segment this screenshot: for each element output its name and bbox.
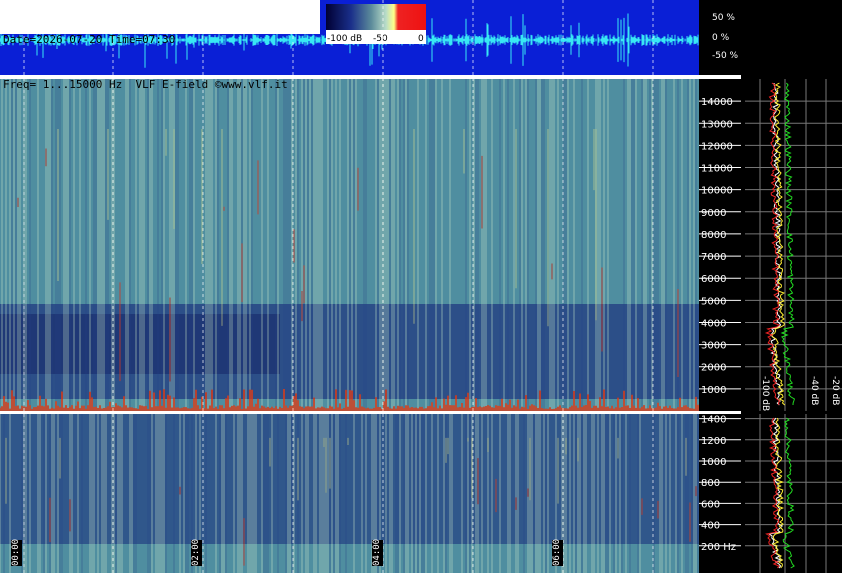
upper-freq-label-0: 1000 [701, 385, 726, 396]
lower-freq-label-3: 800 [701, 478, 720, 489]
upper-freq-label-13: 14000 [701, 97, 733, 108]
upper-freq-label-1: 2000 [701, 363, 726, 374]
profile-db-label-1: -40 dB [809, 376, 819, 405]
upper-freq-label-11: 12000 [701, 141, 733, 152]
upper-freq-label-7: 8000 [701, 230, 726, 241]
waveform-axis-label-0: 50 % [712, 13, 735, 23]
profile-db-label-0: -100 dB [760, 376, 770, 411]
panel-separator [0, 411, 741, 414]
profile-db-label-2: -20 dB [830, 376, 840, 405]
lower-freq-label-2: 600 [701, 499, 720, 510]
colorbar [326, 4, 426, 30]
upper-freq-label-3: 4000 [701, 318, 726, 329]
colorbar-label-1: -50 [373, 34, 388, 44]
upper-freq-label-9: 10000 [701, 186, 733, 197]
upper-freq-label-12: 13000 [701, 119, 733, 130]
upper-freq-label-6: 7000 [701, 252, 726, 263]
info-box: Date=2026-07-20 Time=07:30 Freq= 1...150… [0, 0, 320, 91]
time-stamp-3: 06:00 [552, 538, 563, 566]
upper-freq-label-8: 9000 [701, 208, 726, 219]
lower-freq-label-6: 1400 [701, 415, 726, 426]
lower-freq-label-4: 1000 [701, 457, 726, 468]
lower-freq-label-5: 1200 [701, 436, 726, 447]
lower-freq-label-1: 400 [701, 521, 720, 532]
lower-freq-label-0: 200 Hz [701, 542, 736, 553]
upper-freq-label-4: 5000 [701, 296, 726, 307]
colorbar-label-0: -100 dB [327, 34, 362, 44]
time-stamp-2: 04:00 [372, 538, 383, 566]
waveform-axis-label-2: -50 % [712, 51, 739, 61]
upper-freq-label-5: 6000 [701, 274, 726, 285]
date-time-label: Date=2026-07-20 Time=07:30 [3, 33, 176, 46]
colorbar-label-2: 0 [418, 34, 424, 44]
freq-label: Freq= 1...15000 Hz VLF E-field ©www.vlf.… [3, 78, 288, 91]
time-stamp-0: 00:00 [11, 538, 22, 566]
upper-freq-label-2: 3000 [701, 341, 726, 352]
time-stamp-1: 02:00 [191, 538, 202, 566]
upper-freq-label-10: 11000 [701, 164, 733, 175]
waveform-axis-label-1: 0 % [712, 33, 730, 43]
vlf-spectrogram-window: 50 % 0 % -50 % -100 dB -50 0 1000 2000 3000 4000 5… [0, 0, 842, 573]
